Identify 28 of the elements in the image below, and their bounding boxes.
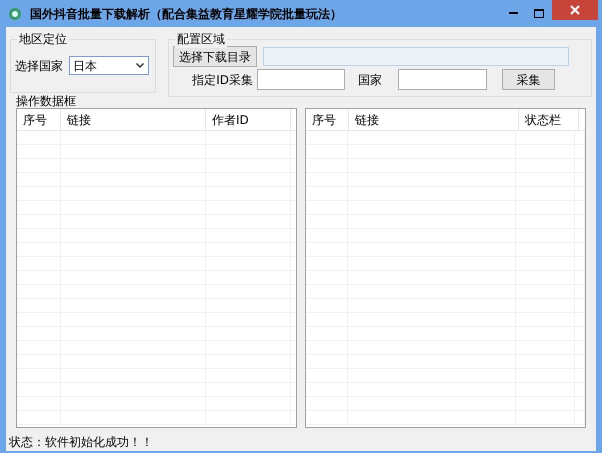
country-select[interactable]: 日本 <box>69 56 149 75</box>
column-header[interactable]: 序号 <box>306 109 349 130</box>
close-icon <box>570 5 580 15</box>
chevron-down-icon <box>136 63 144 68</box>
id-label: 指定ID采集 <box>191 72 254 88</box>
status-text: 状态：软件初始化成功！！ <box>9 434 154 451</box>
choose-directory-button[interactable]: 选择下载目录 <box>173 46 257 67</box>
column-header[interactable]: 作者ID <box>206 109 291 130</box>
column-header[interactable]: 链接 <box>61 109 206 130</box>
group-title: 地区定位 <box>17 30 69 48</box>
column-header[interactable]: 状态栏 <box>519 109 579 130</box>
data-table[interactable]: 序号 链接 作者ID <box>16 108 297 428</box>
data-table[interactable]: 序号 链接 状态栏 <box>305 108 586 428</box>
path-field[interactable] <box>263 47 569 66</box>
collect-button[interactable]: 采集 <box>502 69 555 90</box>
id-input-field[interactable] <box>257 69 345 90</box>
group-title: 配置区域 <box>175 30 227 48</box>
window-title: 国外抖音批量下载解析（配合集益教育星耀学院批量玩法） <box>30 6 342 22</box>
column-header[interactable]: 链接 <box>349 109 519 130</box>
group-title: 操作数据框 <box>16 95 77 108</box>
country-input-field[interactable] <box>398 69 487 90</box>
country-label: 国家 <box>358 72 383 88</box>
column-header[interactable]: 序号 <box>17 109 61 130</box>
app-icon <box>8 6 22 20</box>
minimize-icon <box>508 12 518 15</box>
maximize-icon <box>534 9 544 18</box>
country-label: 选择国家 <box>15 58 63 74</box>
close-button[interactable] <box>552 0 598 20</box>
